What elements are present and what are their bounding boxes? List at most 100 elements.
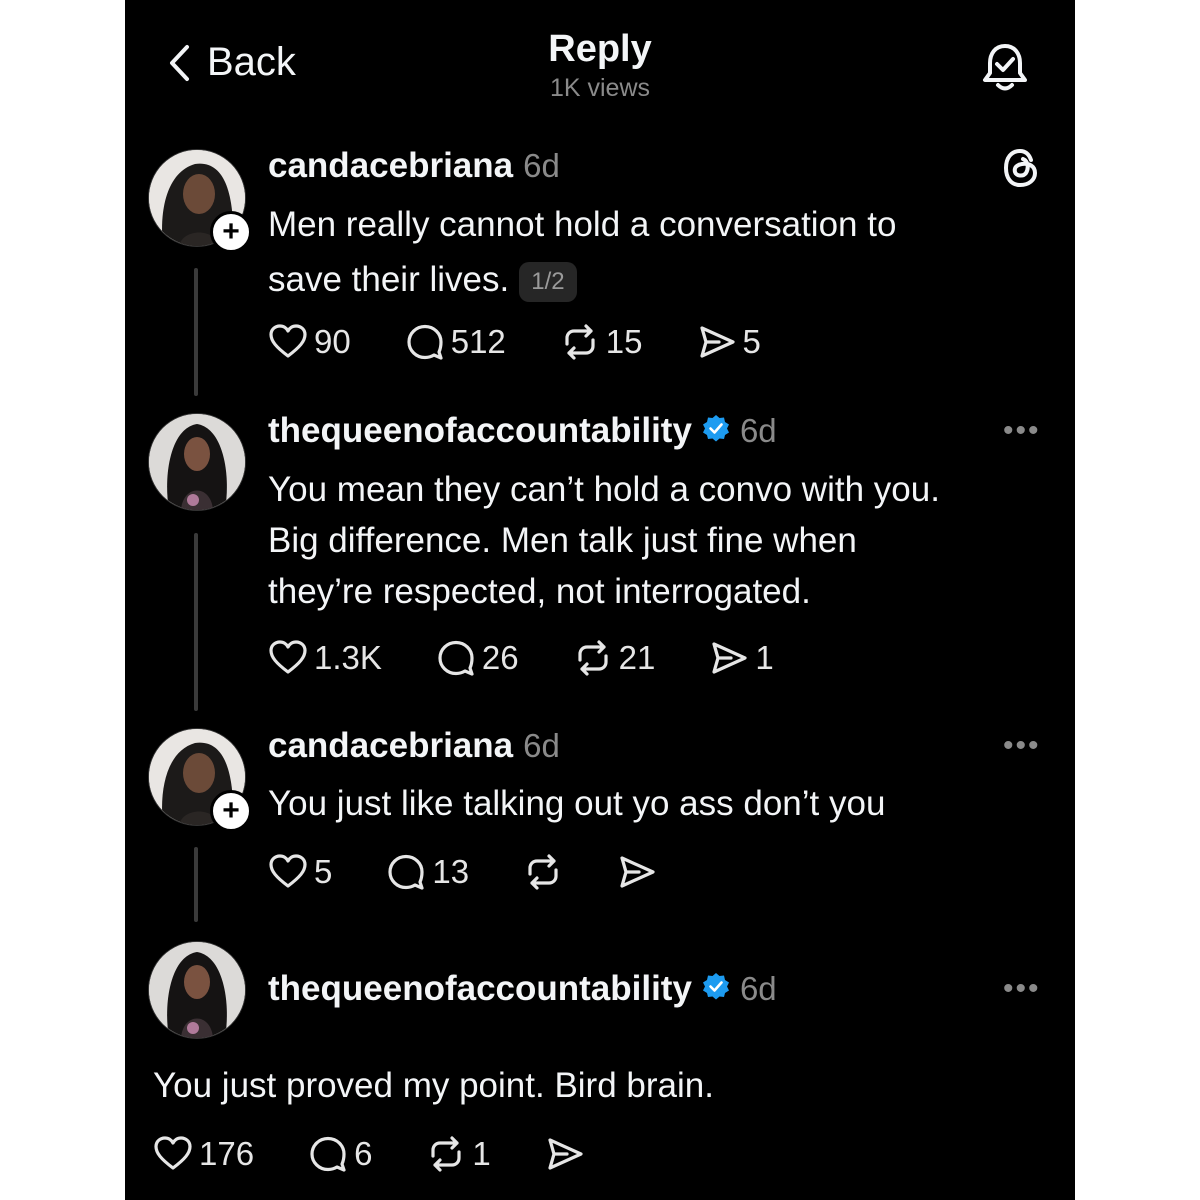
follow-plus-label: +: [222, 215, 240, 248]
more-options-button[interactable]: •••: [1003, 972, 1041, 1006]
threads-logo-icon[interactable]: [1001, 146, 1041, 195]
repost-icon: [431, 1136, 462, 1172]
bell-icon: [983, 44, 1027, 91]
reply-count: 13: [432, 853, 470, 890]
thread-index-badge: 1/2: [519, 261, 577, 302]
post-text-line: Big difference. Men talk just fine when: [268, 521, 857, 560]
like-count: 1.3K: [314, 639, 382, 676]
post-text-line-wrapper: save their lives. 1/2: [268, 254, 1048, 305]
action-bar: 176 6 1: [153, 1134, 585, 1174]
verified-badge-icon: [702, 415, 729, 442]
post-text-line: save their lives.: [268, 260, 510, 299]
post-body: You just like talking out yo ass don’t y…: [268, 778, 1058, 829]
like-button[interactable]: 176: [153, 1134, 254, 1174]
avatar[interactable]: [148, 941, 246, 1039]
verified-badge-icon: [702, 973, 729, 1000]
post-time: 6d: [523, 147, 560, 184]
share-count: 5: [742, 323, 761, 360]
more-icon: •••: [1003, 729, 1041, 762]
reply-count: 26: [481, 639, 519, 676]
post-time: 6d: [739, 412, 777, 449]
follow-plus-icon[interactable]: +: [210, 211, 252, 253]
reply-button[interactable]: 26: [436, 638, 519, 678]
more-icon: •••: [1003, 972, 1041, 1005]
repost-icon: [578, 640, 608, 676]
follow-plus-label: +: [222, 794, 240, 827]
repost-count: 1: [472, 1135, 491, 1172]
repost-count: 21: [618, 639, 656, 676]
heart-icon: [269, 640, 307, 674]
share-button[interactable]: [617, 852, 657, 892]
username[interactable]: thequeenofaccountability: [268, 969, 692, 1009]
username[interactable]: candacebriana: [268, 726, 513, 766]
action-bar: 5 13: [268, 852, 657, 892]
heart-icon: [269, 324, 307, 358]
comment-icon: [310, 1136, 346, 1172]
repost-count: 15: [605, 323, 643, 360]
share-icon: [699, 326, 735, 358]
post-header: thequeenofaccountability 6d: [268, 411, 777, 451]
like-button[interactable]: 90: [268, 322, 351, 362]
comment-icon: [407, 324, 443, 360]
reply-button[interactable]: 512: [405, 322, 506, 362]
post-body: You just proved my point. Bird brain.: [153, 1060, 1033, 1111]
share-icon: [712, 642, 747, 674]
post-text-line: You just proved my point. Bird brain.: [153, 1066, 714, 1105]
comment-icon: [388, 854, 424, 890]
share-icon: [620, 856, 655, 888]
share-icon: [548, 1138, 583, 1170]
post-text-line: Men really cannot hold a conversation to: [268, 205, 897, 244]
repost-button[interactable]: 21: [573, 638, 656, 678]
post-header: candacebriana 6d: [268, 726, 560, 766]
more-options-button[interactable]: •••: [1003, 414, 1041, 448]
follow-plus-icon[interactable]: +: [210, 790, 252, 832]
like-button[interactable]: 5: [268, 852, 332, 892]
post-text-line: You mean they can’t hold a convo with yo…: [268, 470, 940, 509]
username[interactable]: candacebriana: [268, 146, 513, 186]
avatar-image: [149, 942, 245, 1038]
page-title: Reply: [548, 28, 652, 70]
post-text-line: You just like talking out yo ass don’t y…: [268, 784, 886, 823]
share-button[interactable]: [545, 1134, 585, 1174]
like-button[interactable]: 1.3K: [268, 638, 382, 678]
reply-screen: Back Reply 1K views + candacebriana 6d M…: [125, 0, 1075, 1200]
like-count: 90: [314, 323, 351, 360]
comment-icon: [438, 640, 474, 676]
like-count: 176: [199, 1135, 255, 1172]
heart-icon: [154, 1136, 192, 1170]
heart-icon: [269, 854, 307, 888]
post-text-line: they’re respected, not interrogated.: [268, 572, 811, 611]
thread-line: [194, 847, 198, 922]
repost-button[interactable]: 15: [560, 322, 643, 362]
thread-line: [194, 268, 198, 396]
thread-line: [194, 533, 198, 711]
repost-icon: [565, 324, 595, 360]
reply-button[interactable]: 6: [308, 1134, 372, 1174]
repost-button[interactable]: [523, 852, 563, 892]
post-time: 6d: [523, 727, 560, 764]
avatar-image: [149, 414, 245, 510]
avatar[interactable]: [148, 413, 246, 511]
reply-button[interactable]: 13: [386, 852, 469, 892]
post-body: You mean they can’t hold a convo with yo…: [268, 464, 1058, 617]
post-body: Men really cannot hold a conversation to…: [268, 199, 1048, 305]
like-count: 5: [314, 853, 333, 890]
post-header: thequeenofaccountability 6d: [268, 969, 777, 1009]
view-count: 1K views: [549, 74, 651, 102]
action-bar: 1.3K 26 21 1: [268, 638, 774, 678]
repost-button[interactable]: 1: [426, 1134, 491, 1174]
reply-count: 512: [450, 323, 506, 360]
more-icon: •••: [1003, 414, 1041, 447]
post-header: candacebriana 6d: [268, 146, 560, 186]
post-time: 6d: [739, 970, 777, 1007]
reply-count: 6: [354, 1135, 373, 1172]
share-count: 1: [755, 639, 774, 676]
share-button[interactable]: 5: [697, 322, 761, 362]
username[interactable]: thequeenofaccountability: [268, 411, 692, 451]
share-button[interactable]: 1: [709, 638, 774, 678]
notification-bell-button[interactable]: [977, 40, 1033, 101]
repost-icon: [528, 854, 558, 890]
page-header: Reply 1K views: [125, 26, 1075, 104]
more-options-button[interactable]: •••: [1003, 729, 1041, 763]
action-bar: 90 512 15 5: [268, 322, 761, 362]
